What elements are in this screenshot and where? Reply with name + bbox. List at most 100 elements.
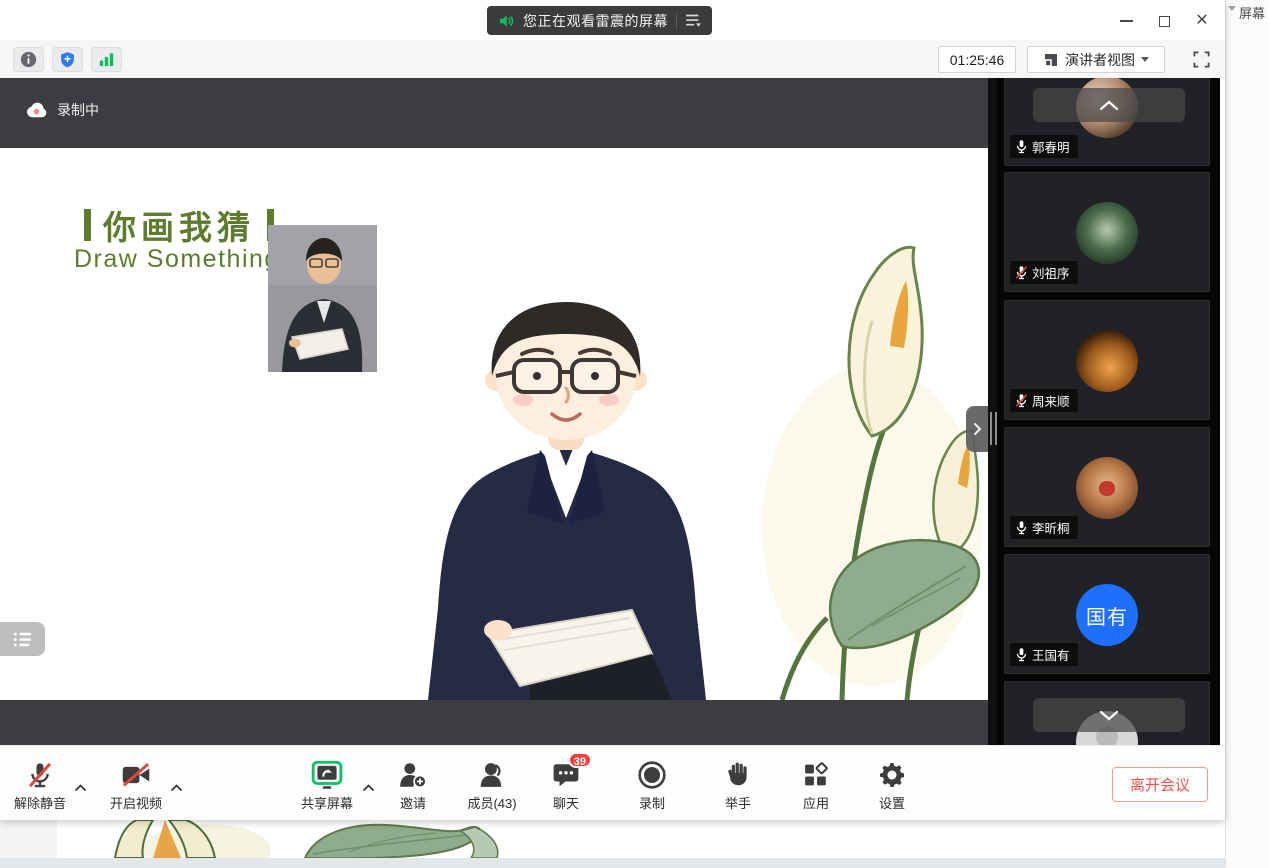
participant-name: 郭春明: [1032, 137, 1070, 156]
security-button[interactable]: [52, 47, 83, 72]
mic-muted-icon: [1014, 265, 1029, 280]
banner-text: 您正在观看雷震的屏幕: [523, 11, 668, 31]
slide-title-cn-text: 你画我猜: [103, 201, 255, 249]
unmute-button[interactable]: 解除静音: [2, 746, 78, 812]
participant-nametag: 郭春明: [1010, 135, 1078, 158]
gear-icon: [878, 761, 906, 789]
chat-unread-badge: 39: [568, 752, 592, 768]
participant-name: 李昕桐: [1032, 518, 1070, 537]
slide-title-cn: 你画我猜: [84, 201, 274, 249]
record-icon: [637, 760, 667, 790]
shield-plus-icon: [59, 51, 76, 68]
share-options-caret[interactable]: [362, 779, 375, 797]
minimize-button[interactable]: [1113, 10, 1139, 32]
close-button[interactable]: ✕: [1189, 10, 1215, 32]
participant-tile[interactable]: 周来顺: [1004, 300, 1210, 420]
raise-hand-label: 举手: [700, 793, 776, 812]
slide-title-en: Draw Something: [74, 245, 280, 274]
meeting-app: 屏幕 您正在观看雷震的屏幕: [0, 0, 1269, 868]
watching-banner[interactable]: 您正在观看雷震的屏幕: [487, 6, 712, 35]
apps-button[interactable]: 应用: [778, 746, 854, 812]
raise-hand-button[interactable]: 举手: [700, 746, 776, 812]
chevron-up-icon: [1099, 100, 1119, 111]
leave-meeting-label: 离开会议: [1130, 774, 1190, 795]
start-video-button[interactable]: 开启视频: [98, 746, 174, 812]
participant-tile[interactable]: 刘祖序: [1004, 172, 1210, 292]
camera-off-icon: [121, 762, 151, 788]
raise-hand-icon: [725, 761, 751, 789]
share-screen-icon: [311, 760, 343, 790]
participant-name: 王国有: [1032, 645, 1070, 664]
participant-tile[interactable]: 国有 王国有: [1004, 554, 1210, 674]
settings-button[interactable]: 设置: [854, 746, 930, 812]
avatar: [1076, 330, 1138, 392]
scroll-down-button[interactable]: [1033, 698, 1185, 732]
signal-bars-icon: [98, 52, 115, 67]
chat-button[interactable]: 39 聊天: [528, 746, 604, 812]
fullscreen-icon: [1192, 50, 1211, 69]
participant-nametag: 李昕桐: [1010, 516, 1078, 539]
video-options-caret[interactable]: [170, 779, 183, 797]
mic-on-icon: [1014, 520, 1029, 535]
meeting-info-list-button[interactable]: [0, 622, 45, 656]
participant-name: 周来顺: [1032, 391, 1070, 410]
top-toolbar: 01:25:46 演讲者视图: [0, 40, 1225, 78]
timer-value: 01:25:46: [950, 52, 1005, 68]
apps-icon: [802, 761, 830, 789]
background-partial-text: 屏幕: [1239, 3, 1269, 22]
fullscreen-button[interactable]: [1186, 45, 1216, 74]
members-icon: [478, 761, 506, 789]
layout-icon: [1043, 52, 1059, 68]
avatar-initials: 国有: [1086, 601, 1128, 630]
presenter-photo: [268, 225, 377, 372]
list-icon: [13, 631, 33, 648]
share-screen-label: 共享屏幕: [289, 793, 365, 812]
background-taskbar-strip: [0, 858, 1225, 868]
mic-on-icon: [1014, 139, 1029, 154]
invite-button[interactable]: 邀请: [375, 746, 451, 812]
invite-person-icon: [398, 761, 428, 789]
title-bar-left: [84, 209, 91, 241]
titlebar: 您正在观看雷震的屏幕 ✕: [0, 0, 1225, 40]
info-icon: [20, 51, 37, 68]
avatar-detail: [1099, 481, 1115, 496]
avatar: 国有: [1076, 584, 1138, 646]
meeting-window: 您正在观看雷震的屏幕 ✕: [0, 0, 1225, 820]
mic-muted-icon: [1014, 393, 1029, 408]
mic-options-caret[interactable]: [74, 779, 87, 797]
participants-sidebar: 郭春明 刘祖序: [997, 78, 1220, 745]
view-mode-label: 演讲者视图: [1065, 50, 1135, 70]
lily-artwork-bottom: [57, 820, 657, 858]
record-button[interactable]: 录制: [614, 746, 690, 812]
share-screen-button[interactable]: 共享屏幕: [289, 746, 365, 812]
settings-label: 设置: [854, 793, 930, 812]
participant-nametag: 王国有: [1010, 643, 1078, 666]
chevron-down-icon: [1228, 6, 1236, 11]
chevron-down-icon: [1099, 710, 1119, 721]
background-window-right: 屏幕: [1225, 0, 1269, 868]
invite-label: 邀请: [375, 793, 451, 812]
sidebar-collapse-handle[interactable]: [966, 406, 988, 452]
view-mode-dropdown[interactable]: 演讲者视图: [1027, 46, 1165, 73]
meeting-timer: 01:25:46: [938, 46, 1016, 73]
bottom-toolbar: 解除静音 开启视频: [0, 745, 1225, 820]
calla-lily-illustration: [722, 226, 988, 700]
unmute-label: 解除静音: [2, 793, 78, 812]
maximize-button[interactable]: [1151, 10, 1177, 32]
close-icon: ✕: [1195, 13, 1208, 29]
start-video-label: 开启视频: [98, 793, 174, 812]
leave-meeting-button[interactable]: 离开会议: [1112, 767, 1208, 802]
scroll-up-button[interactable]: [1033, 88, 1185, 122]
members-button[interactable]: 成员(43): [447, 746, 537, 812]
apps-label: 应用: [778, 793, 854, 812]
cloud-recording-icon: [26, 102, 47, 118]
banner-menu-icon[interactable]: [685, 13, 702, 28]
participant-tile[interactable]: 李昕桐: [1004, 427, 1210, 547]
network-quality-button[interactable]: [91, 47, 122, 72]
background-desktop-strip: [0, 820, 1225, 868]
avatar: [1076, 202, 1138, 264]
chevron-right-icon: [973, 422, 982, 436]
speaker-green-icon: [497, 12, 515, 30]
meeting-info-button[interactable]: [13, 47, 44, 72]
record-label: 录制: [614, 793, 690, 812]
